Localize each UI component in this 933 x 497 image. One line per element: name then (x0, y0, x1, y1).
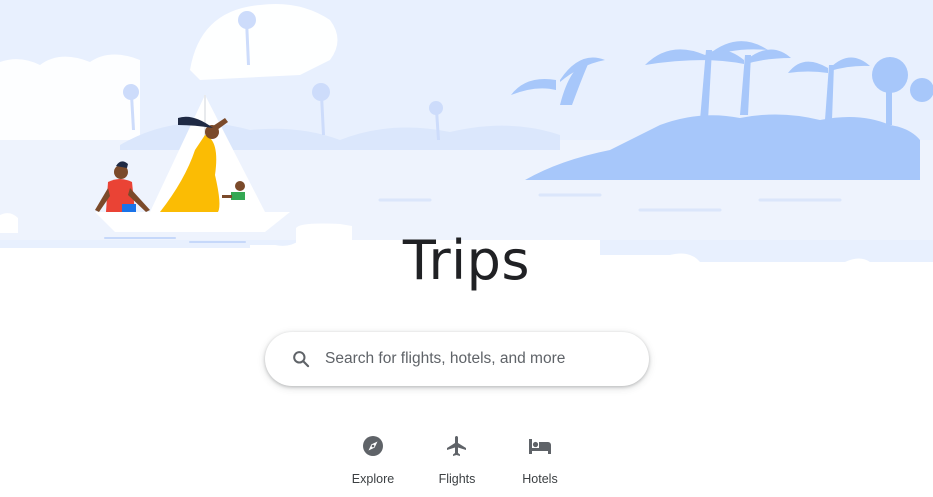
nav-label: Explore (351, 472, 395, 486)
trips-page: Trips Search for flights, hotels, and mo… (0, 0, 933, 497)
trip-nav: Explore Flights Hotels (0, 432, 933, 497)
nav-label: Flights (438, 472, 476, 486)
bed-icon (527, 434, 553, 463)
airplane-icon (445, 434, 469, 463)
search-icon (291, 349, 311, 369)
nav-item-flights[interactable]: Flights (417, 432, 497, 486)
search-box[interactable]: Search for flights, hotels, and more (265, 332, 649, 386)
nav-label: Hotels (522, 472, 558, 486)
nav-item-explore[interactable]: Explore (333, 432, 413, 486)
compass-icon (361, 434, 385, 463)
search-input[interactable]: Search for flights, hotels, and more (325, 350, 565, 368)
nav-item-hotels[interactable]: Hotels (500, 432, 580, 486)
page-title: Trips (402, 229, 531, 292)
